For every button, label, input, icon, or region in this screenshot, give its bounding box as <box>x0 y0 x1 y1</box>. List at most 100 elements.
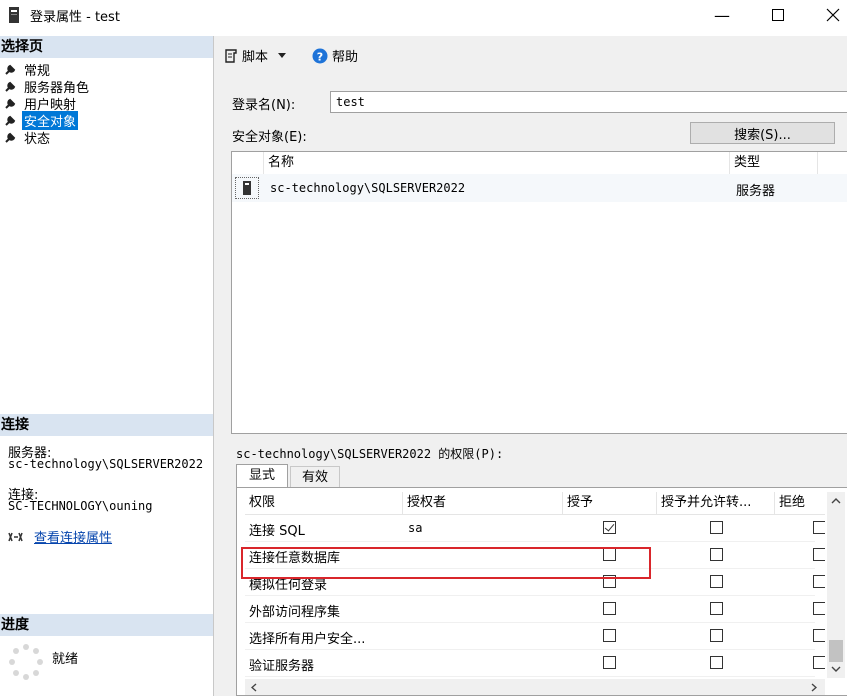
with-grant-checkbox[interactable] <box>710 521 723 534</box>
nav-item-general[interactable]: 常规 <box>4 61 52 79</box>
permission-name: 连接 SQL <box>249 524 305 539</box>
column-header-grant[interactable]: 授予 <box>563 492 657 514</box>
wrench-icon <box>5 132 16 143</box>
securables-grid: 名称 类型 sc-technology\SQLSERVER2022 服务器 <box>231 151 847 434</box>
column-header-grantor[interactable]: 授权者 <box>403 492 563 514</box>
table-row[interactable]: 验证服务器 <box>245 649 825 677</box>
table-row[interactable]: 外部访问程序集 <box>245 595 825 623</box>
permission-name: 外部访问程序集 <box>249 605 341 620</box>
wrench-icon <box>5 115 16 126</box>
permission-name: 模拟任何登录 <box>249 578 328 593</box>
with-grant-checkbox[interactable] <box>710 575 723 588</box>
progress-status: 就绪 <box>52 652 79 667</box>
deny-checkbox[interactable] <box>813 629 825 642</box>
minimize-icon: — <box>714 5 730 25</box>
securables-label: 安全对象(E): <box>232 130 307 145</box>
nav-item-label: 状态 <box>24 132 51 147</box>
permissions-header: 权限 授权者 授予 授予并允许转... 拒绝 <box>245 492 825 515</box>
server-value: sc-technology\SQLSERVER2022 <box>8 457 204 471</box>
help-icon: ? <box>312 48 328 63</box>
grant-checkbox[interactable] <box>603 575 616 588</box>
nav-item-server-roles[interactable]: 服务器角色 <box>4 78 91 96</box>
permission-name: 选择所有用户安全... <box>249 632 366 647</box>
progress-header: 进度 <box>0 614 213 636</box>
help-label: 帮助 <box>332 50 359 65</box>
tab-explicit[interactable]: 显式 <box>236 464 288 488</box>
table-row[interactable]: 连接 SQL sa <box>245 514 825 542</box>
deny-checkbox[interactable] <box>813 656 825 669</box>
script-button[interactable]: 脚本 <box>224 46 287 65</box>
grant-checkbox[interactable] <box>603 656 616 669</box>
grant-checkbox[interactable] <box>603 548 616 561</box>
scrollbar-thumb[interactable] <box>829 640 843 662</box>
grant-checkbox[interactable] <box>603 602 616 615</box>
vertical-scrollbar[interactable] <box>827 492 845 678</box>
maximize-icon <box>772 9 784 21</box>
svg-text:?: ? <box>317 50 323 63</box>
search-button[interactable]: 搜索(S)... <box>690 122 835 144</box>
with-grant-checkbox[interactable] <box>710 548 723 561</box>
wrench-icon <box>5 81 16 92</box>
connection-header: 连接 <box>0 414 213 436</box>
with-grant-checkbox[interactable] <box>710 602 723 615</box>
server-icon <box>243 181 251 195</box>
minimize-button[interactable]: — <box>699 0 745 30</box>
column-header-permission[interactable]: 权限 <box>245 492 403 514</box>
column-header-deny[interactable]: 拒绝 <box>775 492 825 514</box>
tab-effective[interactable]: 有效 <box>290 466 340 488</box>
table-row[interactable]: sc-technology\SQLSERVER2022 服务器 <box>232 174 847 202</box>
scroll-down-icon[interactable] <box>831 666 841 672</box>
close-icon <box>826 8 840 22</box>
scroll-right-icon[interactable] <box>811 683 817 692</box>
app-icon <box>9 7 19 23</box>
progress-spinner-icon <box>9 644 43 680</box>
column-header-type[interactable]: 类型 <box>730 152 818 174</box>
table-row[interactable]: 选择所有用户安全... <box>245 622 825 650</box>
scroll-left-icon[interactable] <box>251 683 257 692</box>
column-header-with-grant[interactable]: 授予并允许转... <box>657 492 775 514</box>
permission-grantor: sa <box>408 521 423 535</box>
maximize-button[interactable] <box>755 0 801 30</box>
help-button[interactable]: ? 帮助 <box>312 46 358 65</box>
deny-checkbox[interactable] <box>813 602 825 615</box>
view-connection-properties-link[interactable]: 查看连接属性 <box>34 527 112 546</box>
table-row[interactable]: 连接任意数据库 <box>245 541 825 569</box>
window-title: 登录属性 - test <box>30 10 120 25</box>
login-name-label: 登录名(N): <box>232 98 296 113</box>
title-bar: 登录属性 - test — <box>0 0 847 30</box>
permissions-label: sc-technology\SQLSERVER2022 的权限(P): <box>236 447 504 461</box>
script-label: 脚本 <box>242 50 269 65</box>
connection-value: SC-TECHNOLOGY\ouning <box>8 499 153 513</box>
select-page-header: 选择页 <box>0 36 213 58</box>
with-grant-checkbox[interactable] <box>710 629 723 642</box>
securables-header: 名称 类型 <box>232 152 847 175</box>
nav-item-user-mapping[interactable]: 用户映射 <box>4 95 78 113</box>
close-button[interactable] <box>810 0 847 30</box>
nav-item-securables[interactable]: 安全对象 <box>4 111 79 130</box>
permission-name: 验证服务器 <box>249 659 315 674</box>
deny-checkbox[interactable] <box>813 575 825 588</box>
horizontal-scrollbar[interactable] <box>245 679 825 695</box>
connection-properties-icon <box>8 532 23 541</box>
permissions-rows: 连接 SQL sa 连接任意数据库 模拟任何登录 外部访问程序集 选择所有用户安… <box>245 514 825 680</box>
deny-checkbox[interactable] <box>813 548 825 561</box>
chevron-down-icon <box>278 53 287 58</box>
grant-checkbox[interactable] <box>603 521 616 534</box>
securable-type: 服务器 <box>736 184 776 199</box>
scroll-up-icon[interactable] <box>831 498 841 504</box>
column-header-name[interactable]: 名称 <box>264 152 730 174</box>
permission-name: 连接任意数据库 <box>249 551 341 566</box>
left-panel: 选择页 常规 服务器角色 用户映射 安全对象 状态 连接 服务器: sc-tec… <box>0 36 214 696</box>
wrench-icon <box>5 64 16 75</box>
permissions-panel: 权限 授权者 授予 授予并允许转... 拒绝 连接 SQL sa 连接任意数据库 <box>236 487 847 696</box>
with-grant-checkbox[interactable] <box>710 656 723 669</box>
wrench-icon <box>5 98 16 109</box>
nav-item-status[interactable]: 状态 <box>4 129 52 147</box>
script-icon <box>225 48 237 63</box>
table-row[interactable]: 模拟任何登录 <box>245 568 825 596</box>
grant-checkbox[interactable] <box>603 629 616 642</box>
login-name-field[interactable]: test <box>330 91 847 113</box>
deny-checkbox[interactable] <box>813 521 825 534</box>
right-panel: 脚本 ? 帮助 登录名(N): test 安全对象(E): 搜索(S)... 名… <box>214 36 847 696</box>
securable-name: sc-technology\SQLSERVER2022 <box>270 181 466 195</box>
